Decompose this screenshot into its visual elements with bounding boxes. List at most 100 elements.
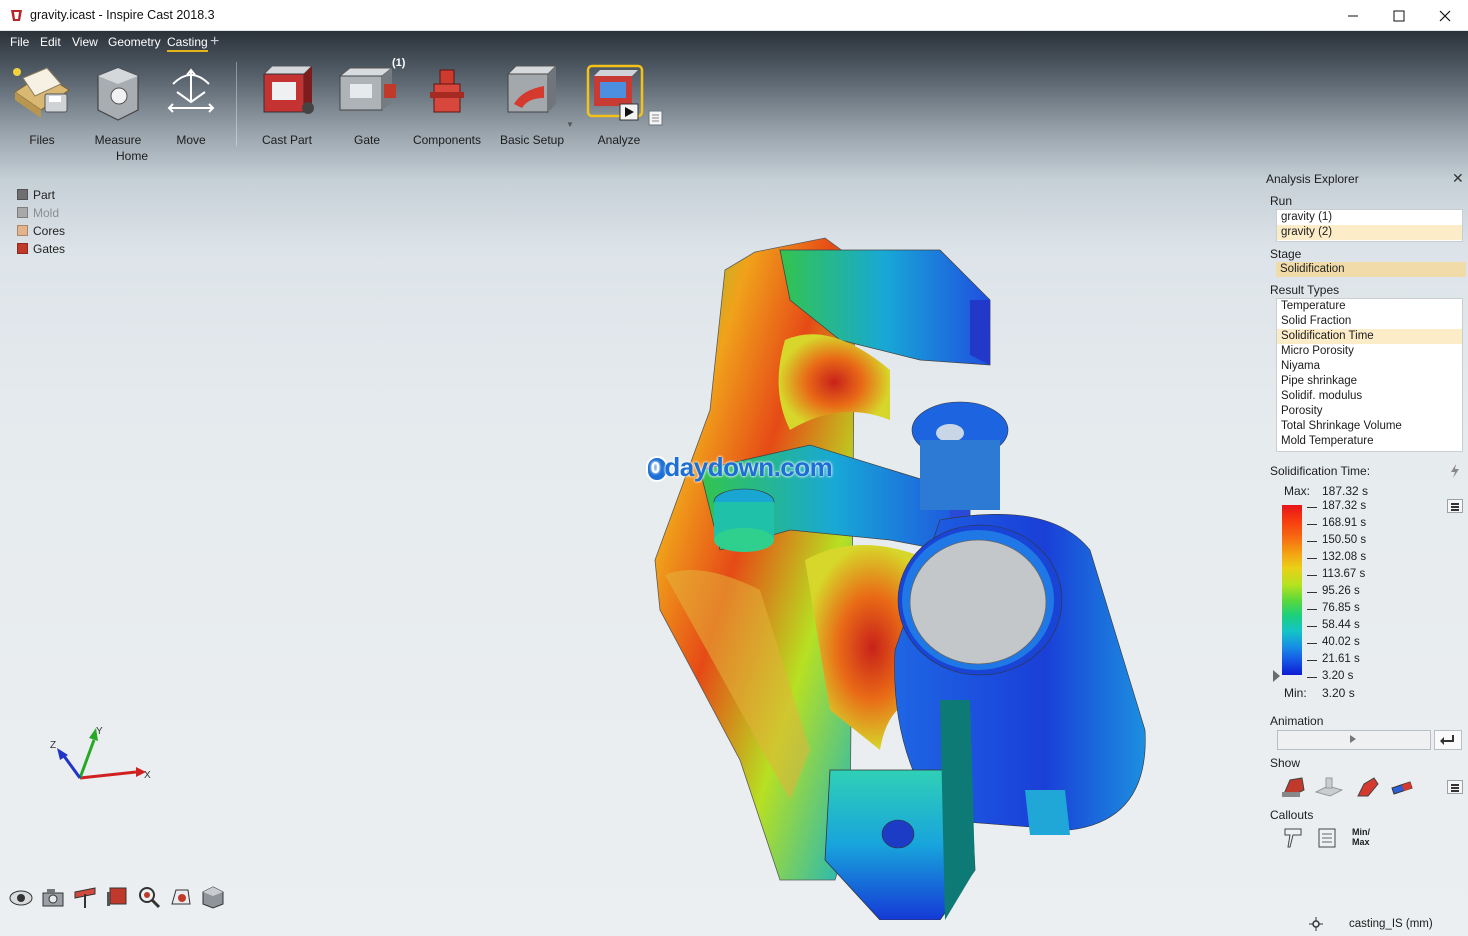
minmax-callout-button[interactable]: Min/ Max [1352,827,1370,847]
scale-pointer-icon[interactable] [1273,670,1280,682]
files-tool[interactable]: Files [4,62,80,152]
axis-y-label: Y [96,726,103,737]
eye-icon[interactable] [8,884,34,910]
stage-label: Stage [1270,247,1302,261]
result-type-item[interactable]: Niyama [1277,359,1462,374]
scale-tick-line [1307,558,1317,559]
show-gating-icon[interactable] [1312,774,1346,800]
cast-part-icon [262,65,314,114]
minimize-icon [1348,15,1358,16]
analyze-options-icon[interactable] [648,110,663,126]
callouts-label: Callouts [1270,808,1314,822]
scale-tick-label: 95.26 s [1322,585,1360,597]
components-label: Components [412,133,482,147]
run-item-selected[interactable]: gravity (2) [1277,225,1462,240]
basic-setup-label: Basic Setup [499,133,565,147]
result-type-item[interactable]: Porosity [1277,404,1462,419]
ribbon-separator [236,62,237,146]
measure-home-tool[interactable]: Measure Home [86,62,150,163]
components-tool[interactable]: Components [412,62,482,152]
menu-casting[interactable]: Casting [167,35,208,52]
legend-swatch [17,189,28,200]
camera-icon[interactable] [40,884,66,910]
return-arrow-icon [1440,735,1454,745]
legend-label: Cores [33,224,66,238]
result-type-item[interactable]: Solidif. modulus [1277,389,1462,404]
play-icon[interactable] [1350,735,1356,743]
menu-view[interactable]: View [72,35,98,49]
scale-tick-line [1307,592,1317,593]
stage-selector[interactable]: Solidification [1276,262,1466,277]
home-label: Home [115,149,148,163]
show-core-icon[interactable] [1354,774,1382,800]
result-types-list: Temperature Solid Fraction Solidificatio… [1276,298,1463,452]
section-cut-icon[interactable] [72,884,98,910]
cube-view-icon[interactable] [200,884,226,910]
menu-geometry[interactable]: Geometry [108,35,161,49]
components-icon [430,69,464,113]
gate-label: Gate [353,133,380,147]
basic-setup-icon [506,65,558,113]
result-type-item[interactable]: Pipe shrinkage [1277,374,1462,389]
3d-view-icon[interactable] [168,884,194,910]
result-type-item[interactable]: Temperature [1277,299,1462,314]
result-type-item[interactable]: Micro Porosity [1277,344,1462,359]
animation-label: Animation [1270,714,1324,728]
basic-setup-tool[interactable]: Basic Setup [498,62,566,152]
maximize-button[interactable] [1376,0,1422,31]
scale-tick-label: 58.44 s [1322,619,1360,631]
result-type-item[interactable]: Mold Temperature [1277,434,1462,449]
box-select-icon[interactable] [104,884,130,910]
result-type-item-selected[interactable]: Solidification Time [1277,329,1462,344]
result-type-item[interactable]: Total Shrinkage Volume [1277,419,1462,434]
show-mold-icon[interactable] [1388,774,1416,800]
move-icon [167,68,215,113]
animation-options-button[interactable] [1434,730,1462,750]
panel-close-icon[interactable]: ✕ [1452,170,1464,187]
result-types-label: Result Types [1270,283,1340,297]
scale-tick-label: 187.32 s [1322,500,1367,512]
note-callout-icon[interactable] [1316,826,1338,850]
analyze-tool[interactable]: Analyze [586,62,652,152]
menu-edit[interactable]: Edit [40,35,61,49]
scale-tick-line [1307,507,1317,508]
gate-tool[interactable]: Gate [334,62,400,152]
add-ribbon-tab-button[interactable]: + [210,33,219,51]
lightning-icon[interactable] [1449,464,1461,478]
app-logo-icon [11,10,22,21]
menu-file[interactable]: File [10,35,29,49]
scale-tick-label: 40.02 s [1322,636,1360,648]
measure-icon [97,67,139,121]
probe-callout-icon[interactable] [1282,826,1304,850]
close-icon [1439,10,1451,21]
legend-label: Gates [33,242,66,256]
axis-x-label: X [144,770,151,781]
casting-model-render[interactable] [640,230,1160,920]
menu-bar: File Edit View Geometry Casting + [0,31,1468,53]
cast-part-tool[interactable]: Cast Part [252,62,322,152]
window-title: gravity.icast - Inspire Cast 2018.3 [30,8,215,22]
basic-setup-dropdown-icon[interactable]: ▼ [566,120,574,129]
files-icon [13,67,70,118]
scale-tick-line [1307,677,1317,678]
scale-max-label: Max: [1284,484,1311,498]
run-label: Run [1270,194,1293,208]
move-label: Move [176,133,206,147]
scale-tick-line [1307,609,1317,610]
analyze-label: Analyze [597,133,641,147]
close-window-button[interactable] [1422,0,1468,31]
crosshair-icon[interactable] [1309,917,1323,931]
scale-menu-button[interactable] [1447,499,1463,513]
show-menu-button[interactable] [1447,780,1463,794]
units-status[interactable]: casting_IS (mm) [1349,918,1433,930]
axis-z-label: Z [50,740,56,751]
minimize-button[interactable] [1330,0,1376,31]
scale-min-label: Min: [1284,686,1307,700]
result-type-item[interactable]: Solid Fraction [1277,314,1462,329]
zoom-icon[interactable] [136,884,162,910]
show-part-icon[interactable] [1280,774,1308,800]
scale-tick-label: 150.50 s [1322,534,1367,546]
run-item[interactable]: gravity (1) [1277,210,1462,225]
move-tool[interactable]: Move [158,62,224,152]
scale-title: Solidification Time: [1270,464,1371,478]
